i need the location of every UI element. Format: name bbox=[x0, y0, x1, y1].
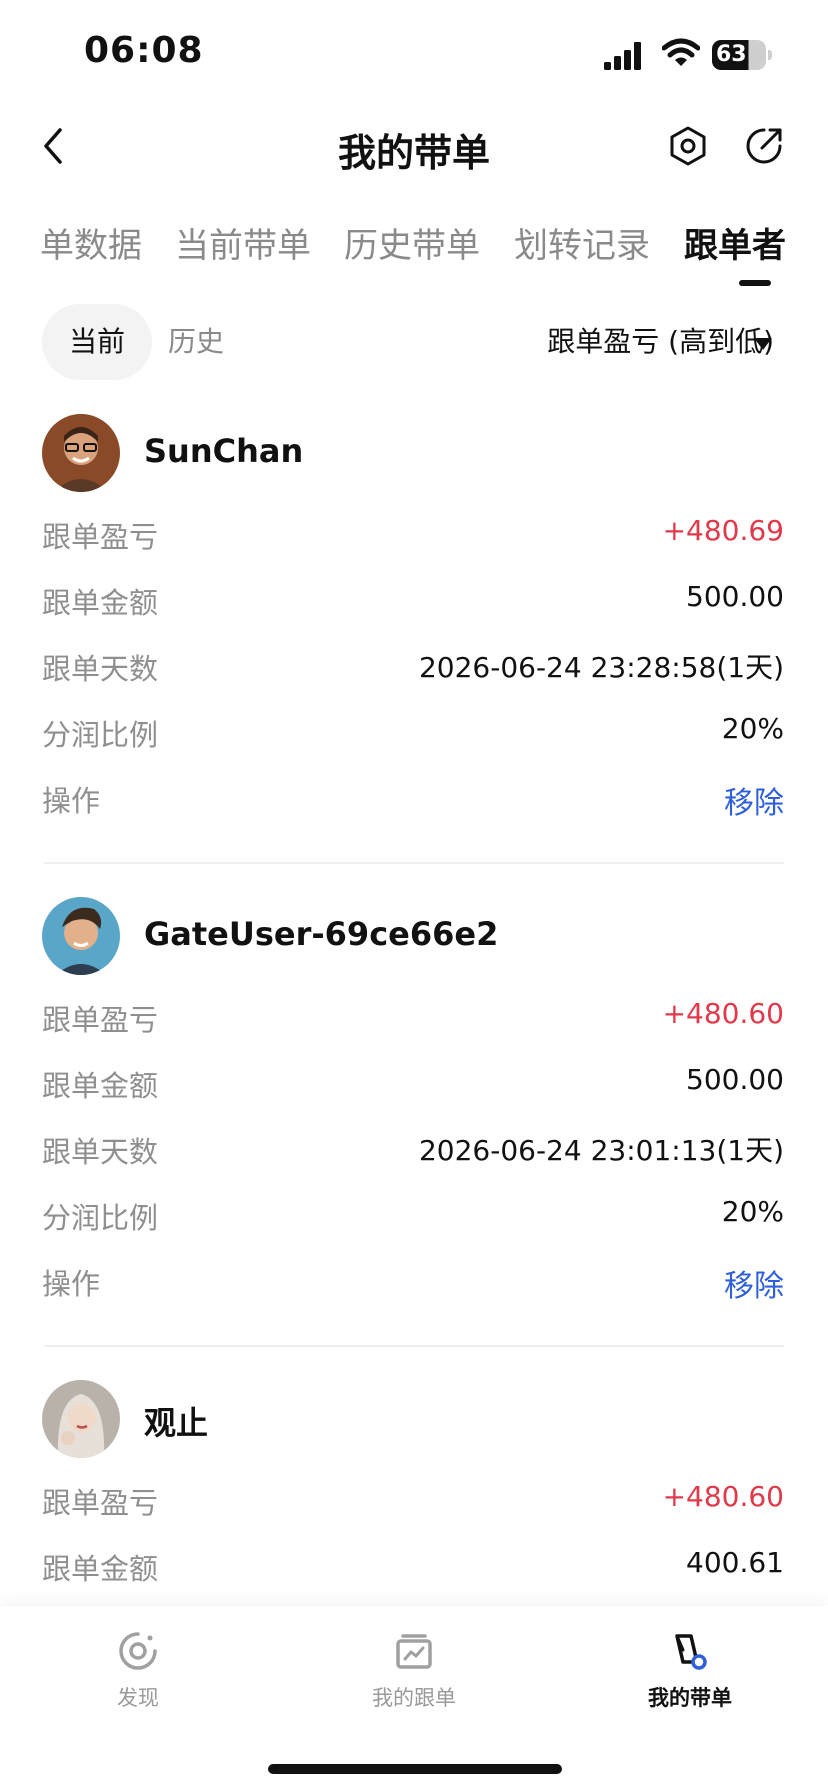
amount-value: 500.00 bbox=[686, 580, 784, 613]
segment-history[interactable]: 历史 bbox=[168, 304, 248, 380]
share-icon[interactable] bbox=[742, 124, 786, 168]
amount-row: 跟单金额 400.61 bbox=[0, 1532, 828, 1598]
remove-button[interactable]: 移除 bbox=[724, 778, 784, 822]
share-label: 分润比例 bbox=[42, 1201, 159, 1235]
days-label: 跟单天数 bbox=[42, 652, 159, 686]
amount-value: 400.61 bbox=[686, 1546, 784, 1579]
settings-hex-icon[interactable] bbox=[666, 124, 710, 168]
action-row: 操作 移除 bbox=[0, 1247, 828, 1313]
divider bbox=[44, 1345, 784, 1347]
days-row: 跟单天数 2026-06-24 23:28:58(1天) bbox=[0, 632, 828, 698]
follower-card: SunChan 跟单盈亏 +480.69 跟单金额 500.00 跟单天数 20… bbox=[0, 414, 828, 830]
pnl-label: 跟单盈亏 bbox=[42, 1486, 159, 1520]
home-indicator bbox=[268, 1764, 562, 1774]
tab-history-leads[interactable]: 历史带单 bbox=[344, 218, 480, 267]
caret-down-icon[interactable] bbox=[754, 338, 772, 350]
username: SunChan bbox=[144, 432, 304, 470]
pnl-row: 跟单盈亏 +480.69 bbox=[0, 500, 828, 566]
amount-row: 跟单金额 500.00 bbox=[0, 566, 828, 632]
amount-row: 跟单金额 500.00 bbox=[0, 1049, 828, 1115]
sub-filter: 当前 历史 跟单盈亏 (高到低) bbox=[0, 304, 828, 380]
pnl-value: +480.60 bbox=[662, 997, 784, 1030]
tab-followers[interactable]: 跟单者 bbox=[684, 218, 786, 267]
days-value: 2026-06-24 23:01:13(1天) bbox=[418, 1134, 784, 1167]
wifi-icon bbox=[662, 38, 700, 66]
tab-current-leads[interactable]: 当前带单 bbox=[175, 218, 311, 267]
share-row: 分润比例 20% bbox=[0, 1181, 828, 1247]
remove-button[interactable]: 移除 bbox=[724, 1261, 784, 1305]
tab-transfer-records[interactable]: 划转记录 bbox=[514, 218, 650, 267]
signal-icon bbox=[604, 42, 641, 70]
bottom-nav-label: 发现 bbox=[117, 1686, 159, 1710]
pnl-value: +480.69 bbox=[662, 514, 784, 547]
username: 观止 bbox=[144, 1404, 209, 1442]
action-label: 操作 bbox=[42, 784, 101, 818]
divider bbox=[44, 862, 784, 864]
username: GateUser-69ce66e2 bbox=[144, 915, 499, 953]
tab-active-indicator bbox=[739, 280, 771, 286]
avatar[interactable] bbox=[42, 1380, 120, 1458]
amount-label: 跟单金额 bbox=[42, 1069, 159, 1103]
chart-icon bbox=[396, 1634, 432, 1669]
avatar[interactable] bbox=[42, 414, 120, 492]
discover-icon bbox=[119, 1632, 157, 1670]
action-label: 操作 bbox=[42, 1267, 101, 1301]
amount-value: 500.00 bbox=[686, 1063, 784, 1096]
bottom-nav-label: 我的带单 bbox=[648, 1686, 732, 1710]
follower-card: GateUser-69ce66e2 跟单盈亏 +480.60 跟单金额 500.… bbox=[0, 897, 828, 1313]
share-label: 分润比例 bbox=[42, 718, 159, 752]
sort-dropdown[interactable]: 跟单盈亏 (高到低) bbox=[547, 304, 774, 380]
amount-label: 跟单金额 bbox=[42, 1552, 159, 1586]
segment-current[interactable]: 当前 bbox=[42, 304, 152, 380]
battery-indicator: 63 bbox=[712, 40, 766, 70]
battery-cap bbox=[768, 50, 772, 60]
pnl-label: 跟单盈亏 bbox=[42, 520, 159, 554]
amount-label: 跟单金额 bbox=[42, 586, 159, 620]
pnl-label: 跟单盈亏 bbox=[42, 1003, 159, 1037]
pnl-row: 跟单盈亏 +480.60 bbox=[0, 983, 828, 1049]
nav-bar: 我的带单 bbox=[0, 100, 828, 196]
share-value: 20% bbox=[721, 1195, 784, 1228]
bottom-nav-discover[interactable]: 发现 bbox=[38, 1630, 238, 1712]
bottom-nav-label: 我的跟单 bbox=[372, 1686, 456, 1710]
status-time: 06:08 bbox=[84, 30, 204, 71]
follower-card: 观止 跟单盈亏 +480.60 跟单金额 400.61 bbox=[0, 1380, 828, 1598]
share-row: 分润比例 20% bbox=[0, 698, 828, 764]
status-bar: 06:08 63 bbox=[0, 0, 828, 100]
days-row: 跟单天数 2026-06-24 23:01:13(1天) bbox=[0, 1115, 828, 1181]
pnl-row: 跟单盈亏 +480.60 bbox=[0, 1466, 828, 1532]
tab-bar: 单数据 当前带单 历史带单 划转记录 跟单者 bbox=[0, 210, 828, 290]
days-label: 跟单天数 bbox=[42, 1135, 159, 1169]
tab-data[interactable]: 单数据 bbox=[40, 218, 142, 267]
lead-trade-icon bbox=[675, 1634, 707, 1670]
share-value: 20% bbox=[721, 712, 784, 745]
bottom-nav-my-follow[interactable]: 我的跟单 bbox=[314, 1630, 514, 1712]
avatar[interactable] bbox=[42, 897, 120, 975]
pnl-value: +480.60 bbox=[662, 1480, 784, 1513]
action-row: 操作 移除 bbox=[0, 764, 828, 830]
bottom-nav-my-lead[interactable]: 我的带单 bbox=[590, 1630, 790, 1712]
days-value: 2026-06-24 23:28:58(1天) bbox=[418, 651, 784, 684]
